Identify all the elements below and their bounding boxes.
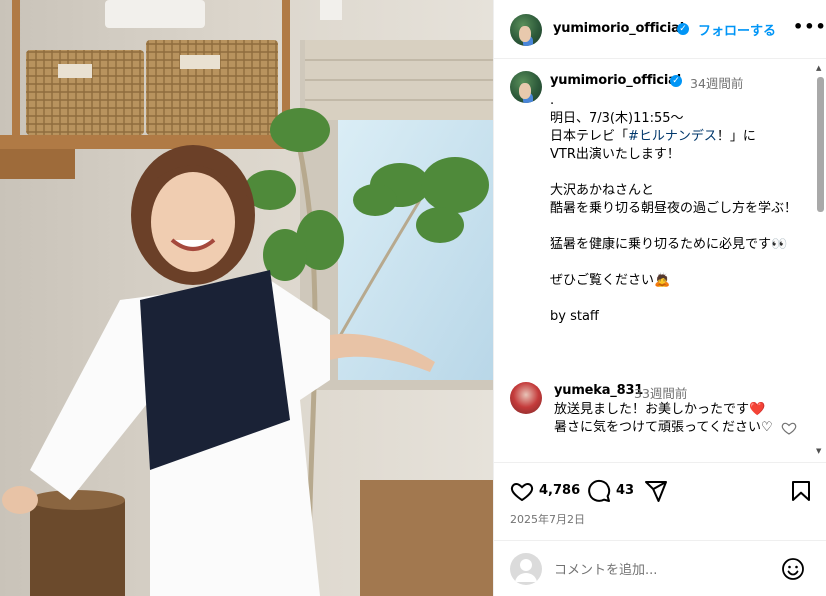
comment-text: 放送見ました！お美しかったです❤️暑さに気をつけて頑張ってください♡ [554, 402, 773, 435]
emoji-icon[interactable] [781, 557, 805, 581]
commenter-avatar[interactable] [510, 382, 542, 414]
caption-text: . 明日、7/3(木)11:55〜 日本テレビ「#ヒルナンデス！」に VTR出演… [550, 92, 805, 326]
scroll-up-arrow-icon[interactable]: ▲ [816, 64, 821, 72]
verified-badge-icon: ✓ [677, 23, 689, 35]
comment-like-icon[interactable] [781, 420, 797, 436]
caption-text-post: ！」に VTR出演いたします！ 大沢あかねさんと 酷暑を乗り切る朝昼夜の過ごし方… [550, 129, 798, 324]
author-username[interactable]: yumimorio_official [553, 21, 684, 36]
commenter-username[interactable]: yumeka_831 [554, 383, 643, 398]
author-avatar[interactable] [510, 14, 542, 46]
post-photo-illustration [0, 0, 493, 596]
post-photo[interactable] [0, 0, 493, 596]
post-header: yumimorio_official ✓ フォローする ••• [494, 0, 826, 59]
like-count[interactable]: 4,786 [539, 483, 580, 498]
comment-icon[interactable] [587, 479, 611, 503]
post-detail-panel: yumimorio_official ✓ フォローする ••• yumimori… [493, 0, 826, 596]
caption-time[interactable]: 34週間前 [690, 73, 743, 92]
hashtag-link[interactable]: #ヒルナンデス [628, 129, 717, 144]
share-icon[interactable] [644, 479, 668, 503]
caption-author-avatar[interactable] [510, 71, 542, 103]
post-date[interactable]: 2025年7月2日 [510, 511, 585, 527]
current-user-avatar [510, 553, 542, 585]
action-bar: 4,786 43 2025年7月2日 [494, 462, 826, 540]
comment-time[interactable]: 33週間前 [634, 383, 687, 402]
more-options-icon[interactable]: ••• [793, 17, 826, 36]
heart-icon[interactable] [510, 479, 534, 503]
comments-scroll-area[interactable]: yumimorio_official ✓ 34週間前 . 明日、7/3(木)11… [494, 60, 826, 462]
caption-username[interactable]: yumimorio_official [550, 73, 681, 88]
scroll-down-arrow-icon[interactable]: ▼ [816, 447, 821, 455]
bookmark-icon[interactable] [790, 479, 812, 503]
comment-input[interactable] [554, 560, 764, 580]
add-comment-bar [494, 540, 826, 596]
comment-count[interactable]: 43 [616, 483, 634, 498]
caption-verified-badge-icon: ✓ [670, 75, 682, 87]
follow-button[interactable]: フォローする [698, 20, 776, 39]
scrollbar-thumb[interactable] [817, 77, 824, 212]
default-user-icon [515, 559, 537, 582]
